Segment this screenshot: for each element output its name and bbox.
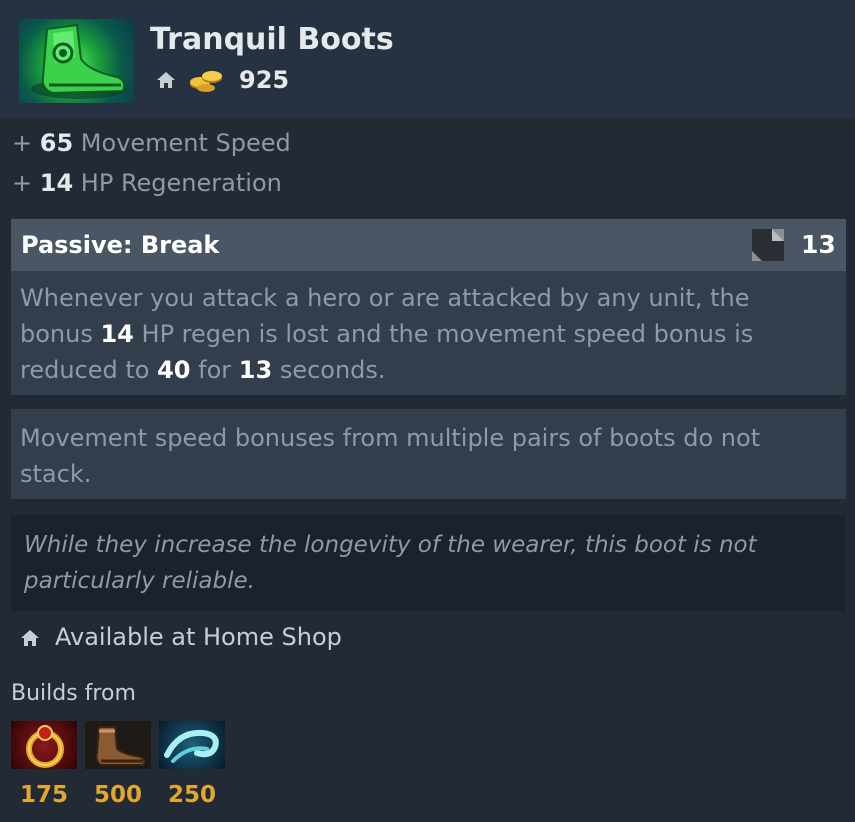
note-panel: Movement speed bonuses from multiple pai… xyxy=(11,409,846,499)
stat-label: Movement Speed xyxy=(80,129,291,157)
ability-title: Passive: Break xyxy=(21,231,220,259)
home-shop-icon xyxy=(156,71,176,93)
wind-lace-icon[interactable] xyxy=(159,721,225,769)
cooldown-icon xyxy=(752,229,784,265)
ability-panel: Passive: Break 13 Whenever you attack a … xyxy=(11,219,846,395)
ability-header: Passive: Break 13 xyxy=(11,219,846,271)
stat-prefix: + xyxy=(12,129,33,157)
stat-prefix: + xyxy=(12,169,33,197)
item-cost: 925 xyxy=(239,66,290,94)
stat-movement-speed: + 65 Movement Speed xyxy=(12,129,291,157)
lore-text: While they increase the longevity of the… xyxy=(24,532,757,594)
component-price: 175 xyxy=(19,782,68,808)
ring-of-regen-icon[interactable] xyxy=(11,721,77,769)
builds-from-label: Builds from xyxy=(11,681,136,706)
cooldown-value: 13 xyxy=(801,230,836,259)
desc-value-hp-regen: 14 xyxy=(100,320,134,348)
desc-value-move-speed: 40 xyxy=(157,356,191,384)
stat-value: 14 xyxy=(39,169,74,197)
note-text: Movement speed bonuses from multiple pai… xyxy=(20,424,761,488)
stat-label: HP Regeneration xyxy=(80,169,282,197)
ability-description: Whenever you attack a hero or are attack… xyxy=(20,280,820,388)
component-price: 500 xyxy=(93,782,142,808)
item-title: Tranquil Boots xyxy=(150,22,394,57)
boots-of-speed-icon[interactable] xyxy=(85,721,151,769)
tranquil-boots-icon xyxy=(19,19,134,103)
component-price: 250 xyxy=(167,782,216,808)
item-header: Tranquil Boots 925 xyxy=(0,0,855,118)
gold-coins-icon xyxy=(188,68,226,96)
stat-value: 65 xyxy=(39,129,74,157)
desc-value-duration: 13 xyxy=(238,356,273,384)
stat-hp-regeneration: + 14 HP Regeneration xyxy=(12,169,282,197)
desc-text: for xyxy=(190,356,239,384)
availability-text: Available at Home Shop xyxy=(55,623,342,651)
desc-text: seconds. xyxy=(272,356,386,384)
home-shop-icon xyxy=(20,629,40,651)
lore-panel: While they increase the longevity of the… xyxy=(11,515,846,611)
